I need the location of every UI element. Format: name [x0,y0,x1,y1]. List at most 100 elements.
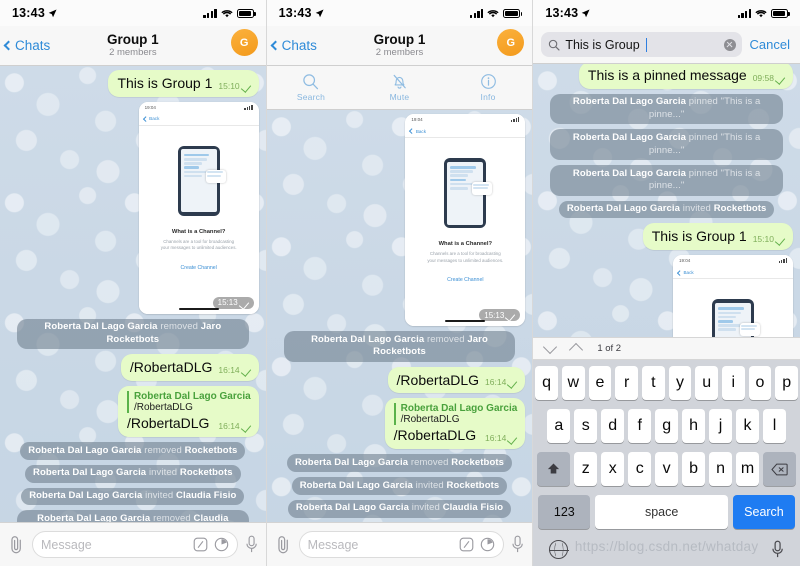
key-j[interactable]: j [709,409,733,443]
key-n[interactable]: n [709,452,733,486]
key-g[interactable]: g [655,409,679,443]
placeholder-line [473,187,488,190]
key-d[interactable]: d [601,409,625,443]
placeholder-line [183,166,200,170]
message-input[interactable]: Message [32,531,238,558]
action-mute-button[interactable]: Mute [355,66,444,109]
microphone-icon[interactable] [511,535,524,554]
action-info-button[interactable]: Info [444,66,533,109]
key-a[interactable]: a [547,409,571,443]
key-x[interactable]: x [601,452,625,486]
placeholder-line [183,153,210,157]
embedded-status-bar: 19:04 [405,114,525,125]
message-row: This is a pinned message 09:58 [540,64,793,89]
image-message-meta: 15:13 [212,296,254,309]
chevron-down-icon[interactable] [543,339,558,354]
service-actor: Roberta Dal Lago Garcia [29,490,143,502]
cancel-search-button[interactable]: Cancel [750,37,792,52]
message-row: Roberta Dal Lago Garcia removed Rocketbo… [274,454,526,473]
search-input[interactable]: This is Group [541,32,742,57]
backspace-key[interactable] [762,452,796,486]
key-z[interactable]: z [574,452,598,486]
chevron-left-icon [3,40,14,51]
service-verb: pinned [688,131,718,143]
composer: Message [0,522,266,566]
service-actor: Roberta Dal Lago Garcia [295,502,410,514]
action-search-button[interactable]: Search [267,66,356,109]
timer-icon[interactable] [214,537,229,552]
key-w[interactable]: w [561,366,585,400]
outgoing-bubble[interactable]: /RobertaDLG 16:14 [387,366,526,394]
service-object: Rocketbots [446,479,500,491]
search-bar: This is Group Cancel [533,26,800,64]
key-q[interactable]: q [535,366,558,400]
sticker-icon[interactable] [193,537,208,552]
microphone-icon[interactable] [771,540,784,559]
timer-icon[interactable] [480,537,495,552]
key-p[interactable]: p [775,366,798,400]
sticker-icon[interactable] [459,537,474,552]
image-message-bubble[interactable]: 19:04 Back [138,101,259,314]
numbers-key[interactable]: 123 [538,495,591,529]
avatar[interactable]: G [230,29,258,56]
read-check-icon [508,379,517,385]
chevron-up-icon[interactable] [569,342,584,358]
key-e[interactable]: e [588,366,612,400]
image-message-bubble[interactable]: 19:04 Back [405,114,526,326]
service-actor: Roberta Dal Lago Garcia [572,131,687,143]
key-k[interactable]: k [736,409,760,443]
outgoing-bubble[interactable]: This is Group 1 15:10 [642,223,793,251]
key-b[interactable]: b [682,452,706,486]
keyboard-row: q w e r t y u i o p [535,366,798,400]
service-actor: Roberta Dal Lago Garcia [311,333,425,345]
key-u[interactable]: u [695,366,718,400]
message-input[interactable]: Message [298,531,505,558]
clear-search-button[interactable] [723,38,736,51]
outgoing-bubble[interactable]: /RobertaDLG 16:14 [120,354,259,382]
key-t[interactable]: t [641,366,665,400]
key-m[interactable]: m [736,452,759,486]
message-row: Roberta Dal Lago Garcia pinned "This is … [540,93,793,125]
embedded-title: What is a Channel? [438,241,493,247]
globe-icon[interactable] [548,540,569,559]
outgoing-bubble[interactable]: This is a pinned message 09:58 [578,64,793,89]
avatar[interactable]: G [497,29,525,56]
message-time: 15:13 [484,310,505,320]
service-message: Roberta Dal Lago Garcia pinned "This is … [550,129,783,161]
message-input-placeholder: Message [41,537,92,552]
key-i[interactable]: i [721,366,745,400]
key-v[interactable]: v [655,452,679,486]
message-row: Roberta Dal Lago Garcia invited Rocketbo… [7,464,259,483]
paperclip-icon[interactable] [275,535,292,554]
battery-icon [770,8,790,18]
key-l[interactable]: l [763,409,786,443]
key-r[interactable]: r [615,366,638,400]
message-meta: 15:10 [218,81,250,92]
embedded-back-label: Back [683,269,694,275]
outgoing-bubble[interactable]: This is Group 1 15:10 [108,70,259,97]
shift-key[interactable] [537,452,571,486]
service-actor: Roberta Dal Lago Garcia [44,321,158,333]
key-h[interactable]: h [682,409,706,443]
placeholder-line [206,174,222,177]
home-indicator [178,307,219,310]
microphone-icon[interactable] [245,535,258,554]
back-label: Chats [15,38,51,53]
key-s[interactable]: s [574,409,598,443]
panel-search: 13:43 This is Group Cancel This is a pin… [533,0,800,566]
key-o[interactable]: o [748,366,772,400]
key-f[interactable]: f [628,409,652,443]
placeholder-line [740,324,757,327]
paperclip-icon[interactable] [8,535,25,554]
key-c[interactable]: c [628,452,652,486]
placeholder-line [450,187,469,190]
search-return-key[interactable]: Search [732,495,795,529]
reply-bubble[interactable]: Roberta Dal Lago Garcia /RobertaDLG /Rob… [117,386,259,438]
back-to-chats-button[interactable]: Chats [0,38,50,53]
space-key[interactable]: space [595,495,728,529]
reply-bubble[interactable]: Roberta Dal Lago Garcia /RobertaDLG /Rob… [384,398,526,450]
back-to-chats-button[interactable]: Chats [267,38,317,53]
reply-body: /RobertaDLG 16:14 [127,415,251,432]
key-y[interactable]: y [668,366,692,400]
message-time: 15:10 [752,234,774,245]
